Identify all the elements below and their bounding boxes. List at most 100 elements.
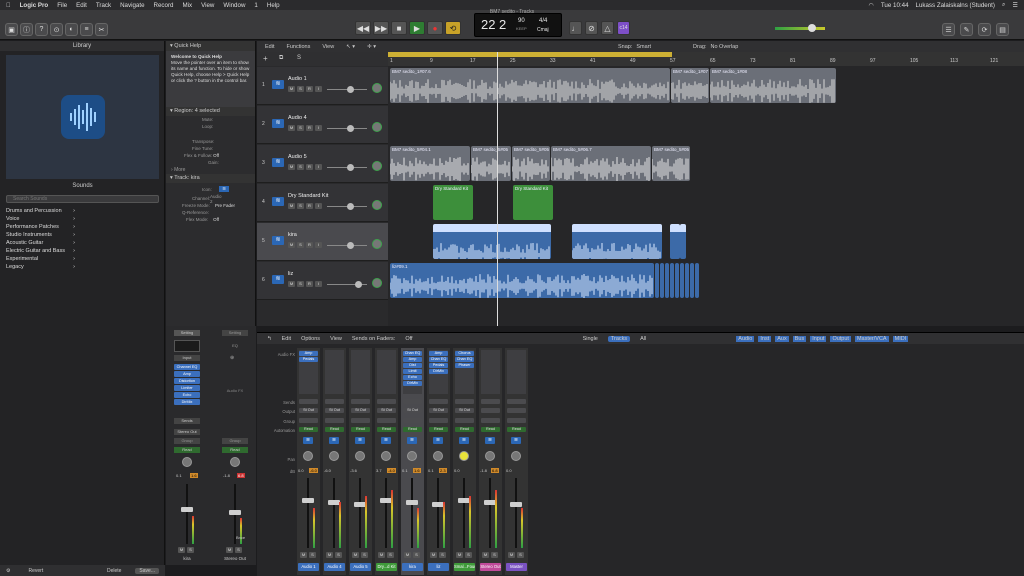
solo-button[interactable]: S: [297, 86, 304, 92]
strip-name[interactable]: Audio 1: [298, 563, 319, 571]
library-item-voice[interactable]: Voice ›: [0, 215, 165, 223]
region-flex-row[interactable]: Flex & Follow: Off: [166, 152, 255, 159]
add-track-icon[interactable]: +: [263, 54, 268, 63]
record-enable-button[interactable]: R: [306, 281, 313, 287]
tracks-functions-menu[interactable]: Functions: [286, 44, 310, 50]
group-right-button[interactable]: Group: [222, 438, 248, 444]
pan-knob-left[interactable]: [182, 457, 192, 467]
library-item-acoustic[interactable]: Acoustic Guitar ›: [0, 239, 165, 247]
track-flex-row[interactable]: Flex Mode: Off: [166, 216, 255, 223]
region-sliver[interactable]: [695, 263, 699, 298]
filter-master-vca[interactable]: Master/VCA: [854, 335, 889, 342]
notepad-icon[interactable]: ✎: [960, 23, 973, 36]
mute-button[interactable]: M: [300, 552, 307, 558]
audio-fx-right-label[interactable]: Audio FX: [222, 388, 248, 393]
region[interactable]: kira#0778: [572, 224, 662, 259]
plugin-slot-1[interactable]: Channel EQ: [174, 364, 200, 370]
pan-knob[interactable]: [485, 451, 495, 461]
mixer-options-menu[interactable]: Options: [301, 336, 320, 342]
track-channel-row[interactable]: Channel: Audio 2: [166, 194, 255, 204]
menu-list-icon[interactable]: ☰: [1012, 2, 1018, 9]
group-left-button[interactable]: Group: [174, 438, 200, 444]
filter-midi[interactable]: MIDI: [892, 335, 909, 342]
output-slot[interactable]: St Out: [403, 408, 422, 413]
strip-name[interactable]: Audio 5: [350, 563, 371, 571]
region-sliver[interactable]: [690, 263, 694, 298]
eq-left-thumbnail[interactable]: [174, 340, 200, 352]
input-left-button[interactable]: Input: [174, 355, 200, 361]
user-name[interactable]: Lukass Zalaiskalns (Student): [916, 2, 995, 9]
input-monitor-button[interactable]: I: [315, 86, 322, 92]
fx-slot[interactable]: Amp: [299, 351, 318, 356]
solo-button[interactable]: S: [361, 552, 368, 558]
menu-window[interactable]: Window: [223, 2, 245, 9]
sends-slot[interactable]: [351, 399, 370, 404]
toolbar-icon[interactable]: ⊙: [50, 23, 63, 36]
mute-left[interactable]: M: [178, 547, 185, 553]
library-item-electric[interactable]: Electric Guitar and Bass ›: [0, 247, 165, 255]
solo-button[interactable]: S: [413, 552, 420, 558]
mixer-icon[interactable]: ≡: [80, 23, 93, 36]
bounce-button[interactable]: Bnce: [236, 535, 245, 540]
menu-mix[interactable]: Mix: [182, 2, 192, 9]
record-enable-button[interactable]: R: [306, 86, 313, 92]
region[interactable]: BM7 sedito_1#07: [671, 68, 709, 103]
fader[interactable]: [510, 502, 522, 507]
sends-slot[interactable]: [299, 399, 318, 404]
fader-right[interactable]: [229, 510, 241, 515]
region[interactable]: BM7 sedito_1#07.6: [390, 68, 670, 103]
output-slot[interactable]: St Out: [325, 408, 344, 413]
mute-button[interactable]: M: [288, 125, 295, 131]
volume-slider-knob[interactable]: [347, 203, 354, 210]
fx-slot[interactable]: DirMix: [429, 369, 448, 374]
pan-knob[interactable]: [381, 451, 391, 461]
record-enable-button[interactable]: R: [306, 203, 313, 209]
audio-fx-area[interactable]: [325, 350, 344, 394]
menu-edit[interactable]: Edit: [76, 2, 87, 9]
track-header[interactable]: 5 ≋ kira M S R I: [257, 223, 388, 261]
filter-bus[interactable]: Bus: [792, 335, 807, 342]
volume-slider-knob[interactable]: [347, 125, 354, 132]
track-name[interactable]: Audio 4: [288, 115, 307, 121]
count-in-button[interactable]: c14: [617, 21, 630, 35]
library-item-drums[interactable]: Drums and Percussion ›: [0, 207, 165, 215]
fx-slot[interactable]: Echo: [403, 375, 422, 380]
record-enable-button[interactable]: R: [306, 164, 313, 170]
mute-button[interactable]: M: [288, 242, 295, 248]
browser-icon[interactable]: ▤: [996, 23, 1009, 36]
channel-strip[interactable]: Read ≋ 0.0 M S Master: [505, 348, 528, 575]
group-slot[interactable]: [299, 418, 318, 423]
track-header[interactable]: 4 ≋ Dry Standard Kit M S R I: [257, 184, 388, 222]
region[interactable]: BM7 sedito_5#05: [471, 146, 511, 181]
strip-name[interactable]: Stereo Out: [480, 563, 501, 571]
menu-file[interactable]: File: [57, 2, 67, 9]
audio-fx-area[interactable]: [351, 350, 370, 394]
menu-view[interactable]: View: [201, 2, 214, 9]
pan-knob[interactable]: [433, 451, 443, 461]
pan-knob[interactable]: [372, 122, 382, 132]
library-item-studio[interactable]: Studio Instruments ›: [0, 231, 165, 239]
mute-button[interactable]: M: [404, 552, 411, 558]
stop-button[interactable]: ■: [391, 21, 407, 35]
audio-fx-area[interactable]: [377, 350, 396, 394]
input-monitor-button[interactable]: I: [315, 164, 322, 170]
track-waveform-icon[interactable]: ≋: [219, 186, 229, 192]
tracks-edit-menu[interactable]: Edit: [265, 44, 274, 50]
mute-button[interactable]: M: [508, 552, 515, 558]
automation-right-button[interactable]: Read: [222, 447, 248, 453]
fx-slot[interactable]: Dist: [403, 363, 422, 368]
region-transpose-row[interactable]: Transpose:: [166, 138, 255, 145]
loop-browser-icon[interactable]: ⟳: [978, 23, 991, 36]
region-sliver[interactable]: [675, 263, 679, 298]
playhead[interactable]: [497, 52, 498, 326]
automation-slot[interactable]: Read: [507, 427, 526, 432]
track-name[interactable]: kira: [288, 232, 297, 238]
volume-slider-knob[interactable]: [347, 86, 354, 93]
region-mute-row[interactable]: Mute:: [166, 116, 255, 123]
revert-button[interactable]: Revert: [28, 568, 43, 574]
pan-knob[interactable]: [459, 451, 469, 461]
mixer-back-icon[interactable]: ↰: [267, 336, 272, 342]
group-slot[interactable]: [481, 418, 500, 423]
group-slot[interactable]: [403, 418, 422, 423]
track-name[interactable]: Audio 1: [288, 76, 307, 82]
